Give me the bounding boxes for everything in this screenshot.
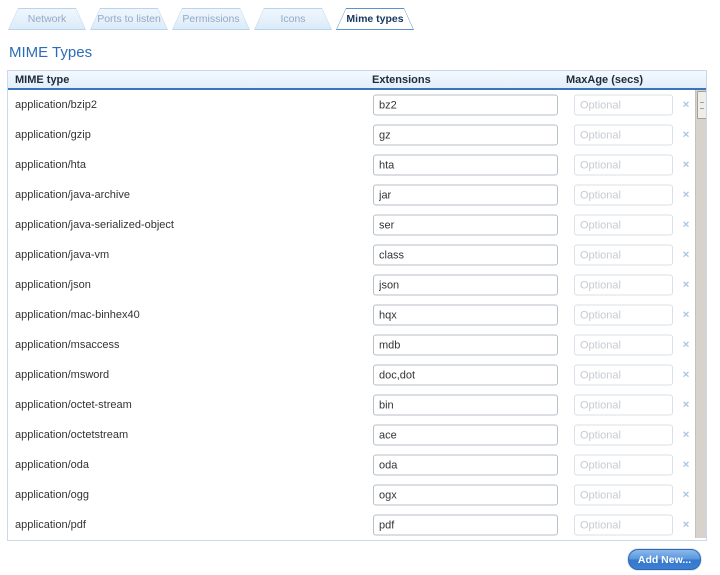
mime-types-settings-page: Network Ports to listen Permissions Icon… [0, 0, 720, 575]
delete-row-icon[interactable]: ✕ [678, 250, 694, 261]
maxage-input[interactable] [574, 335, 673, 356]
maxage-input[interactable] [574, 245, 673, 266]
delete-row-icon[interactable]: ✕ [678, 460, 694, 471]
table-row: application/java-vm ✕ [8, 240, 706, 270]
table-row: application/bzip2 ✕ [8, 90, 706, 120]
delete-row-icon[interactable]: ✕ [678, 160, 694, 171]
maxage-input[interactable] [574, 305, 673, 326]
table-row: application/hta ✕ [8, 150, 706, 180]
column-header-extensions: Extensions [372, 74, 431, 86]
tab-permissions[interactable]: Permissions [172, 8, 250, 30]
mime-type-label: application/json [15, 279, 91, 291]
table-row: application/msword ✕ [8, 360, 706, 390]
table-row: application/gzip ✕ [8, 120, 706, 150]
tab-label: Mime types [346, 13, 403, 25]
extension-input[interactable] [373, 395, 558, 416]
delete-row-icon[interactable]: ✕ [678, 100, 694, 111]
delete-row-icon[interactable]: ✕ [678, 130, 694, 141]
mime-types-table: MIME type Extensions MaxAge (secs) appli… [7, 70, 707, 541]
tab-icons[interactable]: Icons [254, 8, 332, 30]
mime-type-label: application/ogg [15, 489, 89, 501]
tab-label: Permissions [182, 13, 239, 25]
maxage-input[interactable] [574, 185, 673, 206]
mime-type-label: application/pdf [15, 519, 86, 531]
maxage-input[interactable] [574, 395, 673, 416]
table-row: application/octet-stream ✕ [8, 390, 706, 420]
extension-input[interactable] [373, 95, 558, 116]
mime-type-label: application/oda [15, 459, 89, 471]
mime-type-label: application/gzip [15, 129, 91, 141]
delete-row-icon[interactable]: ✕ [678, 190, 694, 201]
table-row: application/octetstream ✕ [8, 420, 706, 450]
settings-tabbar: Network Ports to listen Permissions Icon… [8, 8, 418, 30]
extension-input[interactable] [373, 425, 558, 446]
mime-type-label: application/hta [15, 159, 86, 171]
mime-type-label: application/bzip2 [15, 99, 97, 111]
table-row: application/msaccess ✕ [8, 330, 706, 360]
tab-label: Ports to listen [97, 13, 161, 25]
maxage-input[interactable] [574, 365, 673, 386]
maxage-input[interactable] [574, 425, 673, 446]
table-row: application/json ✕ [8, 270, 706, 300]
mime-type-label: application/msword [15, 369, 109, 381]
delete-row-icon[interactable]: ✕ [678, 340, 694, 351]
tab-mime-types[interactable]: Mime types [336, 8, 414, 30]
extension-input[interactable] [373, 365, 558, 386]
delete-row-icon[interactable]: ✕ [678, 220, 694, 231]
maxage-input[interactable] [574, 485, 673, 506]
maxage-input[interactable] [574, 125, 673, 146]
add-new-button[interactable]: Add New... [628, 549, 701, 570]
table-row: application/pdf ✕ [8, 510, 706, 538]
extension-input[interactable] [373, 455, 558, 476]
page-title: MIME Types [9, 44, 92, 61]
extension-input[interactable] [373, 335, 558, 356]
maxage-input[interactable] [574, 95, 673, 116]
delete-row-icon[interactable]: ✕ [678, 370, 694, 381]
mime-type-label: application/java-vm [15, 249, 109, 261]
table-row: application/java-serialized-object ✕ [8, 210, 706, 240]
mime-type-label: application/java-serialized-object [15, 219, 174, 231]
delete-row-icon[interactable]: ✕ [678, 490, 694, 501]
extension-input[interactable] [373, 125, 558, 146]
extension-input[interactable] [373, 485, 558, 506]
delete-row-icon[interactable]: ✕ [678, 280, 694, 291]
table-row: application/ogg ✕ [8, 480, 706, 510]
mime-type-label: application/msaccess [15, 339, 120, 351]
table-row: application/oda ✕ [8, 450, 706, 480]
table-row: application/mac-binhex40 ✕ [8, 300, 706, 330]
mime-table-body: application/bzip2 ✕ application/gzip ✕ a… [8, 90, 706, 538]
table-scrollbar-track[interactable] [695, 90, 706, 538]
delete-row-icon[interactable]: ✕ [678, 310, 694, 321]
maxage-input[interactable] [574, 215, 673, 236]
mime-type-label: application/java-archive [15, 189, 130, 201]
mime-type-label: application/octetstream [15, 429, 128, 441]
tab-network[interactable]: Network [8, 8, 86, 30]
tab-label: Icons [280, 13, 305, 25]
extension-input[interactable] [373, 155, 558, 176]
delete-row-icon[interactable]: ✕ [678, 520, 694, 531]
maxage-input[interactable] [574, 455, 673, 476]
table-header: MIME type Extensions MaxAge (secs) [8, 71, 706, 90]
extension-input[interactable] [373, 515, 558, 536]
column-header-maxage: MaxAge (secs) [566, 74, 643, 86]
maxage-input[interactable] [574, 515, 673, 536]
maxage-input[interactable] [574, 275, 673, 296]
column-header-mime-type: MIME type [15, 74, 69, 86]
table-scrollbar-thumb[interactable] [697, 91, 706, 119]
extension-input[interactable] [373, 185, 558, 206]
delete-row-icon[interactable]: ✕ [678, 430, 694, 441]
extension-input[interactable] [373, 305, 558, 326]
table-row: application/java-archive ✕ [8, 180, 706, 210]
mime-type-label: application/octet-stream [15, 399, 132, 411]
tab-label: Network [28, 13, 67, 25]
maxage-input[interactable] [574, 155, 673, 176]
extension-input[interactable] [373, 275, 558, 296]
delete-row-icon[interactable]: ✕ [678, 400, 694, 411]
extension-input[interactable] [373, 215, 558, 236]
mime-type-label: application/mac-binhex40 [15, 309, 140, 321]
extension-input[interactable] [373, 245, 558, 266]
tab-ports-to-listen[interactable]: Ports to listen [90, 8, 168, 30]
